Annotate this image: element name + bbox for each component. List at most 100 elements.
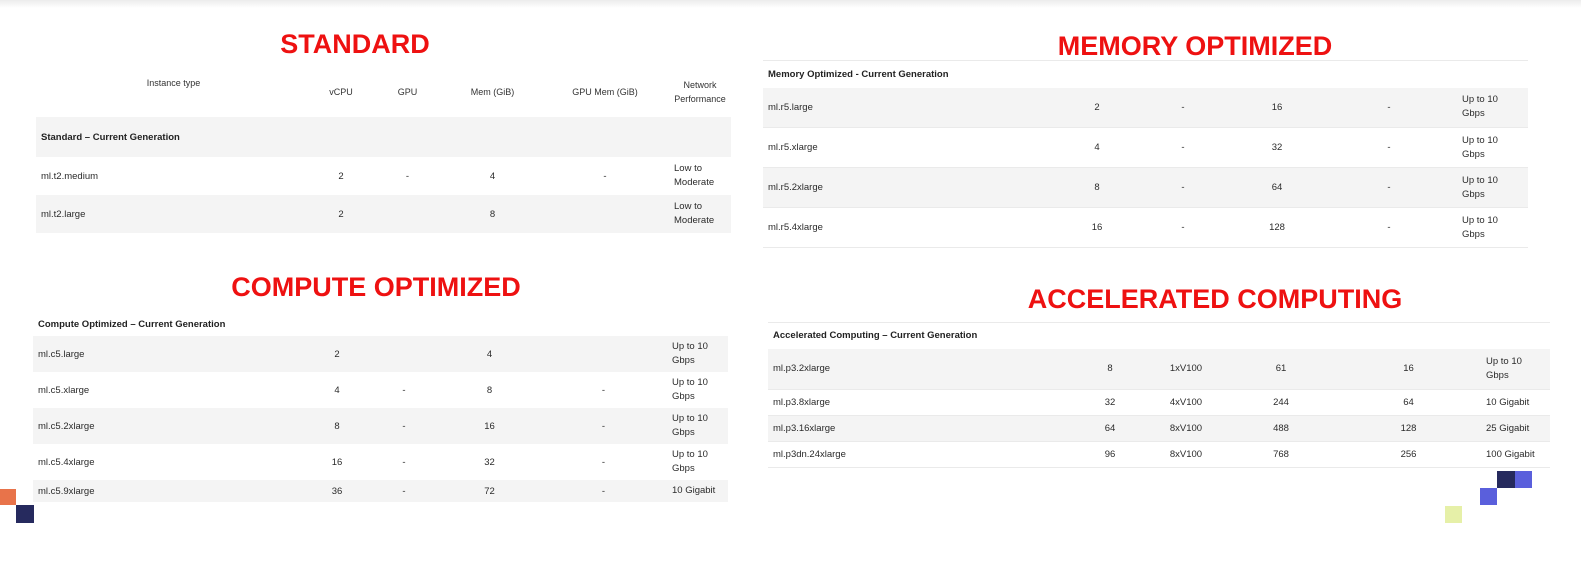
group-title: Accelerated Computing – Current Generati…: [773, 330, 978, 342]
table-row: ml.c5.2xlarge 8 - 16 - Up to 10 Gbps: [33, 408, 729, 444]
cell-network: 10 Gigabit: [672, 485, 716, 496]
cell-instance-type: ml.t2.large: [41, 208, 86, 220]
cell-mem: 16: [484, 420, 495, 432]
cell-mem: 768: [1226, 441, 1336, 468]
cell-vcpu: 16: [331, 456, 343, 468]
cell-vcpu: 2: [338, 208, 344, 220]
cell-gpu-mem: -: [1321, 127, 1457, 168]
cell-network: Up to 10 Gbps: [1457, 207, 1529, 248]
cell-vcpu: 4: [334, 384, 340, 396]
cell-gpu: -: [1133, 87, 1233, 128]
cell-gpu-mem: [540, 336, 667, 372]
col-gpu-mem: GPU Mem (GiB): [572, 86, 638, 97]
cell-network: 10 Gigabit: [1481, 389, 1551, 416]
table-row: ml.p3.8xlarge 32 4xV100 244 64 10 Gigabit: [768, 389, 1551, 416]
top-shadow-bar: [0, 0, 1581, 8]
cell-gpu: -: [405, 170, 410, 182]
cell-network: Up to 10 Gbps: [1457, 127, 1529, 168]
col-mem: Mem (GiB): [470, 86, 515, 97]
cell-instance-type: ml.p3dn.24xlarge: [768, 441, 1074, 468]
col-gpu: GPU: [397, 86, 418, 97]
cell-instance-type: ml.r5.large: [763, 87, 1061, 128]
cell-network: 100 Gigabit: [1481, 441, 1551, 468]
cell-instance-type: ml.p3.8xlarge: [768, 389, 1074, 416]
decor-square-blue-lower: [1480, 488, 1497, 505]
cell-vcpu: 8: [1061, 167, 1133, 208]
cell-instance-type: ml.r5.2xlarge: [763, 167, 1061, 208]
cell-instance-type: ml.c5.4xlarge: [38, 456, 95, 468]
cell-vcpu: 16: [1061, 207, 1133, 248]
cell-gpu-mem: -: [603, 170, 607, 182]
table-row: ml.p3dn.24xlarge 96 8xV100 768 256 100 Gigabi…: [768, 441, 1551, 468]
decor-square-lime: [1445, 506, 1462, 523]
cell-mem: 4: [486, 348, 493, 360]
group-row: Compute Optimized – Current Generation: [33, 312, 728, 336]
col-network: Network Performance: [674, 79, 726, 104]
cell-gpu: -: [1133, 127, 1233, 168]
cell-gpu: 4xV100: [1146, 389, 1226, 416]
group-row: Standard – Current Generation: [36, 117, 731, 157]
cell-vcpu: 4: [1061, 127, 1133, 168]
table-row: ml.r5.2xlarge 8-64- Up to 10 Gbps: [763, 167, 1529, 208]
memory-table: Memory Optimized - Current Generation ml…: [763, 60, 1529, 248]
cell-mem: 72: [484, 485, 495, 497]
col-vcpu: vCPU: [329, 86, 353, 97]
cell-gpu: 1xV100: [1146, 348, 1226, 390]
cell-gpu: -: [402, 456, 406, 468]
decor-square-blue-right: [1515, 471, 1532, 488]
col-instance-type: Instance type: [146, 78, 201, 88]
cell-mem: 64: [1233, 167, 1321, 208]
standard-heading: STANDARD: [280, 29, 430, 59]
cell-gpu-mem: 16: [1336, 348, 1481, 390]
cell-gpu: [371, 195, 444, 233]
cell-gpu-mem: -: [601, 456, 606, 468]
cell-mem: 244: [1226, 389, 1336, 416]
table-row: ml.p3.2xlarge 8 1xV100 61 16 Up to 10 Gbps: [768, 348, 1551, 390]
cell-gpu: 8xV100: [1146, 441, 1226, 468]
cell-vcpu: 36: [331, 485, 343, 497]
table-row: ml.t2.medium 2 - 4 - Low to Moderate: [36, 157, 731, 195]
table-row: ml.c5.large 2 4 Up to 10 Gbps: [33, 336, 729, 372]
group-title: Standard – Current Generation: [41, 131, 180, 143]
cell-gpu-mem: 64: [1336, 389, 1481, 416]
cell-vcpu: 64: [1074, 415, 1146, 442]
cell-instance-type: ml.c5.9xlarge: [38, 485, 95, 497]
cell-gpu: -: [1133, 207, 1233, 248]
cell-instance-type: ml.p3.2xlarge: [768, 348, 1074, 390]
table-row: ml.c5.4xlarge 16 - 32 - Up to 10 Gbps: [33, 444, 728, 480]
accelerated-table: Accelerated Computing – Current Generati…: [768, 322, 1551, 468]
cell-gpu: 8xV100: [1146, 415, 1226, 442]
table-row: ml.r5.4xlarge 16-128- Up to 10 Gbps: [763, 207, 1529, 248]
cell-vcpu: 2: [1061, 87, 1133, 128]
cell-mem: 32: [484, 456, 495, 468]
cell-network: Up to 10 Gbps: [672, 449, 708, 474]
table-row: ml.c5.9xlarge 36 - 72 - 10 Gigabit: [33, 480, 729, 502]
group-title: Memory Optimized - Current Generation: [768, 68, 949, 80]
cell-network: 25 Gigabit: [1481, 415, 1551, 442]
cell-gpu-mem: -: [601, 384, 606, 396]
cell-gpu: [369, 336, 439, 372]
compute-table: Compute Optimized – Current Generation m…: [33, 312, 729, 502]
table-row: ml.t2.large 2 8 Low to Moderate: [36, 195, 731, 233]
cell-vcpu: 32: [1074, 389, 1146, 416]
cell-gpu-mem: 128: [1336, 415, 1481, 442]
cell-gpu: -: [1133, 167, 1233, 208]
cell-vcpu: 2: [334, 348, 340, 360]
cell-instance-type: ml.r5.4xlarge: [763, 207, 1061, 248]
cell-network: Up to 10 Gbps: [672, 341, 708, 366]
cell-network: Up to 10 Gbps: [672, 413, 708, 438]
cell-gpu-mem: [541, 195, 669, 233]
cell-network: Up to 10 Gbps: [1457, 87, 1529, 128]
group-row: Memory Optimized - Current Generation: [763, 60, 1529, 88]
cell-mem: 128: [1233, 207, 1321, 248]
cell-instance-type: ml.r5.xlarge: [763, 127, 1061, 168]
compute-heading: COMPUTE OPTIMIZED: [231, 272, 521, 302]
cell-mem: 61: [1226, 348, 1336, 390]
cell-mem: 8: [489, 208, 496, 220]
memory-heading: MEMORY OPTIMIZED: [1057, 31, 1333, 61]
cell-gpu-mem: -: [1321, 87, 1457, 128]
cell-network: Up to 10 Gbps: [1457, 167, 1529, 208]
cell-instance-type: ml.c5.2xlarge: [38, 420, 95, 432]
table-row: ml.p3.16xlarge 64 8xV100 488 128 25 Gigabit: [768, 415, 1551, 442]
cell-vcpu: 2: [338, 170, 344, 182]
